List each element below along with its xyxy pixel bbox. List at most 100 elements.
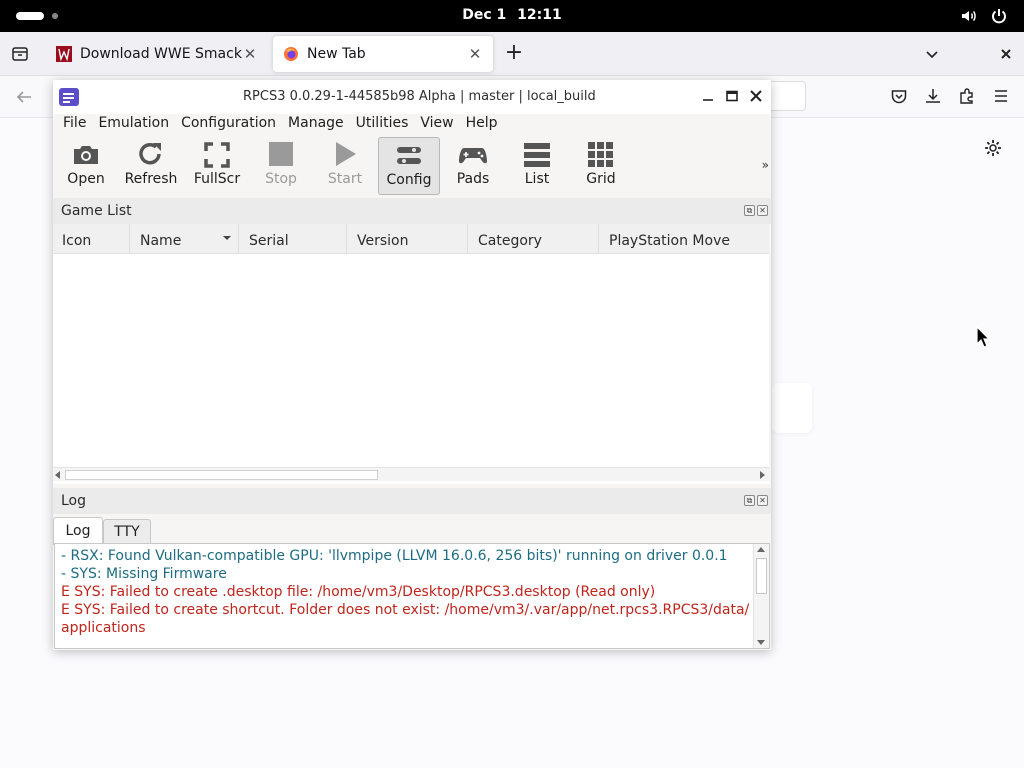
float-dock-icon[interactable]: ⧉ xyxy=(744,205,755,216)
config-button[interactable]: Config xyxy=(378,137,440,195)
close-tab-icon[interactable]: ✕ xyxy=(242,46,258,62)
log-line: - RSX: Found Vulkan-compatible GPU: 'llv… xyxy=(61,548,728,564)
minimize-icon[interactable] xyxy=(701,89,715,103)
dock-controls: ⧉ ✕ xyxy=(744,205,768,216)
toolbar-extension-button[interactable]: » xyxy=(762,158,769,172)
grid-label: Grid xyxy=(586,171,616,187)
float-dock-icon[interactable]: ⧉ xyxy=(744,495,755,506)
game-list-title: Game List xyxy=(61,203,132,219)
vertical-scrollbar[interactable] xyxy=(753,544,769,648)
close-dock-icon[interactable]: ✕ xyxy=(757,495,768,506)
clock[interactable]: Dec 1 12:11 xyxy=(0,7,1024,23)
menu-icon[interactable] xyxy=(992,87,1010,105)
log-line: applications xyxy=(61,620,146,636)
close-tab-icon[interactable]: ✕ xyxy=(467,46,483,62)
log-lines: - RSX: Found Vulkan-compatible GPU: 'llv… xyxy=(61,547,753,637)
column-category[interactable]: Category xyxy=(469,224,599,254)
browser-tab-bar: Download WWE SmackDown ✕ New Tab ✕ + xyxy=(0,32,1024,76)
open-label: Open xyxy=(67,171,105,187)
pads-button[interactable]: Pads xyxy=(442,137,504,195)
stop-icon xyxy=(269,142,293,166)
dock-controls: ⧉ ✕ xyxy=(744,495,768,506)
play-icon xyxy=(336,142,356,166)
game-list-dock-title[interactable]: Game List ⧉ ✕ xyxy=(53,198,771,224)
window-title: RPCS3 0.0.29-1-44585b98 Alpha | master |… xyxy=(243,89,596,104)
scrollbar-thumb[interactable] xyxy=(756,558,767,594)
pads-label: Pads xyxy=(456,171,490,187)
maximize-icon[interactable] xyxy=(725,89,739,103)
rpcs3-titlebar[interactable]: RPCS3 0.0.29-1-44585b98 Alpha | master |… xyxy=(53,80,771,114)
tab-tty[interactable]: TTY xyxy=(103,519,151,544)
scrollbar-thumb[interactable] xyxy=(65,470,378,480)
menu-file[interactable]: File xyxy=(57,114,92,136)
back-arrow-icon[interactable] xyxy=(14,87,34,107)
grid-icon xyxy=(588,142,613,167)
refresh-label: Refresh xyxy=(124,171,178,187)
list-icon xyxy=(524,143,550,167)
menu-view[interactable]: View xyxy=(414,114,459,136)
menu-configuration[interactable]: Configuration xyxy=(175,114,282,136)
log-output[interactable]: - RSX: Found Vulkan-compatible GPU: 'llv… xyxy=(54,543,770,649)
scroll-left-icon[interactable] xyxy=(55,471,60,479)
clock-date: Dec 1 xyxy=(462,7,507,23)
fullscreen-button[interactable]: FullScr xyxy=(186,137,248,195)
open-button[interactable]: Open xyxy=(55,137,117,195)
browser-tab-new-tab[interactable]: New Tab ✕ xyxy=(273,36,493,72)
window-controls xyxy=(701,89,763,103)
log-tab-bar: Log TTY xyxy=(53,516,771,545)
gear-icon[interactable] xyxy=(983,138,1003,158)
power-icon[interactable] xyxy=(990,7,1008,25)
system-tray[interactable] xyxy=(960,7,1008,25)
browser-toolbar-icons xyxy=(890,87,1010,105)
firefox-view-icon[interactable] xyxy=(10,44,30,64)
tab-log[interactable]: Log xyxy=(53,517,103,545)
list-label: List xyxy=(524,171,550,187)
menu-help[interactable]: Help xyxy=(460,114,504,136)
mouse-cursor-icon xyxy=(976,326,990,348)
list-view-button[interactable]: List xyxy=(506,137,568,195)
pocket-icon[interactable] xyxy=(890,87,908,105)
refresh-button[interactable]: Refresh xyxy=(120,137,182,195)
scroll-right-icon[interactable] xyxy=(760,471,765,479)
scroll-down-icon[interactable] xyxy=(757,640,765,645)
firefox-favicon xyxy=(284,47,298,61)
tab-title: Download WWE SmackDown xyxy=(80,46,242,62)
config-label: Config xyxy=(386,172,432,188)
volume-icon[interactable] xyxy=(960,7,978,25)
scroll-up-icon[interactable] xyxy=(757,547,765,552)
column-serial[interactable]: Serial xyxy=(240,224,347,254)
column-icon[interactable]: Icon xyxy=(53,224,130,254)
column-playstation-move[interactable]: PlayStation Move xyxy=(600,224,769,254)
menu-emulation[interactable]: Emulation xyxy=(92,114,175,136)
log-dock-title[interactable]: Log ⧉ ✕ xyxy=(53,488,771,514)
refresh-icon xyxy=(139,142,161,165)
rpcs3-window: RPCS3 0.0.29-1-44585b98 Alpha | master |… xyxy=(53,80,771,650)
start-label: Start xyxy=(327,171,363,187)
sort-descending-icon xyxy=(223,236,231,240)
chevron-down-icon[interactable] xyxy=(922,44,942,64)
menu-utilities[interactable]: Utilities xyxy=(350,114,415,136)
extensions-icon[interactable] xyxy=(958,87,976,105)
log-title: Log xyxy=(61,493,87,509)
rpcs3-app-icon xyxy=(59,88,79,106)
gamepad-icon xyxy=(459,148,487,164)
download-icon[interactable] xyxy=(924,87,942,105)
grid-view-button[interactable]: Grid xyxy=(570,137,632,195)
horizontal-scrollbar[interactable] xyxy=(53,467,769,481)
clock-time: 12:11 xyxy=(517,7,562,23)
close-icon[interactable] xyxy=(749,89,763,103)
game-list-table[interactable]: Icon Name Serial Version Category PlaySt… xyxy=(53,224,769,484)
window-close-icon[interactable] xyxy=(996,44,1016,64)
log-line: E SYS: Failed to create shortcut. Folder… xyxy=(61,602,750,618)
fullscreen-icon xyxy=(204,142,230,168)
column-version[interactable]: Version xyxy=(348,224,468,254)
browser-tab-wwe[interactable]: Download WWE SmackDown ✕ xyxy=(46,36,268,72)
start-button[interactable]: Start xyxy=(314,137,376,195)
menu-manage[interactable]: Manage xyxy=(282,114,350,136)
new-tab-button[interactable]: + xyxy=(504,42,524,64)
game-list-header: Icon Name Serial Version Category PlaySt… xyxy=(53,224,769,254)
wwe-favicon xyxy=(56,46,72,62)
stop-button[interactable]: Stop xyxy=(250,137,312,195)
fullscreen-label: FullScr xyxy=(193,171,241,187)
close-dock-icon[interactable]: ✕ xyxy=(757,205,768,216)
